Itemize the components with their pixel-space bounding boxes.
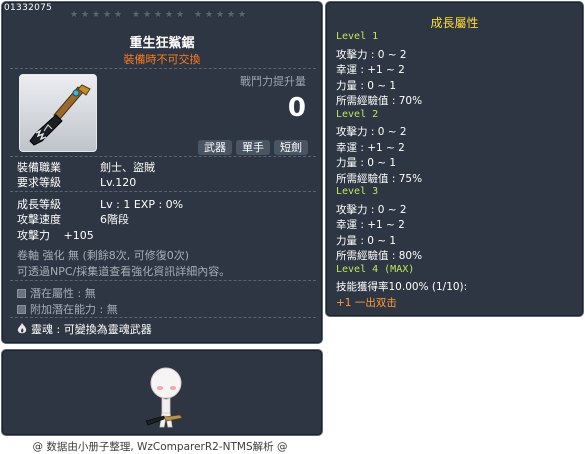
item-id: 01332075 [4,3,53,13]
item-name: 重生狂鯊鋸 [129,36,195,51]
star-icon: ★ [238,10,247,20]
item-tooltip-panel: 01332075 ★ ★ ★ ★ ★ ★ ★ ★ ★ ★ ★ ★ ★ ★ ★ 重… [1,1,323,344]
power-increase-value: 0 [287,93,306,123]
required-level-row: 要求等級 Lv.120 [17,174,136,190]
shark-saw-dagger-icon [29,84,91,146]
soul-text: 靈魂 : 可變換為靈魂武器 [31,323,152,336]
soul-flame-icon [17,323,27,334]
character-preview-panel [1,349,323,436]
growth-skill-line: +1 一出双击 [336,296,397,309]
gray-square-bullet-icon [17,305,26,314]
attack-row: 攻擊力 +105 [17,227,94,243]
attack-speed-row: 攻擊速度 6階段 [17,211,129,227]
tag-dagger: 短劍 [274,140,308,155]
star-icon: ★ [132,10,141,20]
star-icon: ★ [70,10,79,20]
equip-job-row: 裝備職業 劍士、盜賊 [17,159,155,175]
star-icon: ★ [92,10,101,20]
star-force-stars: ★ ★ ★ ★ ★ ★ ★ ★ ★ ★ ★ ★ ★ ★ ★ [70,10,247,20]
trade-restriction-note: 裝備時不可交換 [123,53,201,66]
bonus-potential-row: 附加潛在能力 : 無 [17,301,118,317]
growth-stat-line: 力量 : 0 ~ 1 [336,157,397,169]
star-icon: ★ [103,10,112,20]
growth-stat-line: 攻擊力 : 0 ~ 2 [336,203,407,216]
star-icon: ★ [154,10,163,20]
growth-level-heading: Level 2 [336,108,379,120]
potential-text: 潛在屬性 : 無 [30,287,96,300]
soul-row: 靈魂 : 可變換為靈魂武器 [17,321,152,337]
growth-level-value: Lv : 1 EXP : 0% [100,198,184,211]
gray-square-bullet-icon [17,289,26,298]
star-icon: ★ [227,10,236,20]
growth-attributes-panel: 成長屬性 Level 1 攻擊力 : 0 ~ 2 幸運 : +1 ~ 2 力量 : 0… [325,1,584,317]
star-icon: ★ [176,10,185,20]
divider [10,317,316,318]
star-icon: ★ [216,10,225,20]
growth-stat-line: 所需經驗值 : 80% [336,250,423,262]
character-avatar [145,367,183,428]
growth-stat-line: 力量 : 0 ~ 1 [336,79,397,92]
growth-level-label: 成長等級 [17,198,61,211]
growth-stat-line: 攻擊力 : 0 ~ 2 [336,48,407,61]
star-icon: ★ [143,10,152,20]
growth-stat-line: 所需經驗值 : 75% [336,172,423,185]
growth-level-heading: Level 4 (MAX) [336,263,415,275]
star-icon: ★ [205,10,214,20]
divider [10,191,316,192]
npc-enhance-info: 可透過NPC/採集道查看強化資訊詳細內容。 [17,265,231,278]
star-icon: ★ [81,10,90,20]
growth-level-row: 成長等級 Lv : 1 EXP : 0% [17,196,183,212]
footer-credit: @ 数据由小册子整理, WzComparerR2-NTMS解析 @ [32,441,288,453]
equip-job-value: 劍士、盜賊 [100,161,155,174]
star-icon: ★ [165,10,174,20]
growth-level-heading: Level 3 [336,186,379,197]
tag-one-handed: 單手 [236,140,270,155]
divider [10,68,316,69]
star-group: ★ ★ ★ ★ ★ [132,10,185,20]
tag-weapon: 武器 [198,140,232,155]
attack-label: 攻擊力 [17,229,50,242]
attack-speed-label: 攻擊速度 [17,213,61,226]
growth-stat-line: 技能獲得率10.00% (1/10): [336,281,468,293]
growth-stat-line: 幸運 : +1 ~ 2 [336,64,405,76]
divider [10,280,316,281]
growth-title: 成長屬性 [430,16,479,30]
attack-value: +105 [63,229,94,242]
star-icon: ★ [194,10,203,20]
item-type-tags: 武器 單手 短劍 [198,140,308,155]
divider [10,156,316,157]
equip-job-label: 裝備職業 [17,161,61,174]
growth-stat-line: 攻擊力 : 0 ~ 2 [336,126,407,138]
required-level-label: 要求等級 [17,176,61,189]
potential-row: 潛在屬性 : 無 [17,285,96,301]
growth-level-heading: Level 1 [336,31,379,42]
star-group: ★ ★ ★ ★ ★ [194,10,247,20]
growth-stat-line: 幸運 : +1 ~ 2 [336,141,405,154]
scroll-upgrade-info: 卷軸 強化 無 (剩餘8次, 可修復0次) [17,249,190,262]
growth-stat-line: 力量 : 0 ~ 1 [336,234,397,247]
growth-stat-line: 幸運 : +1 ~ 2 [336,219,405,231]
attack-speed-value: 6階段 [100,213,129,226]
growth-stat-line: 所需經驗值 : 70% [336,95,423,107]
bonus-potential-text: 附加潛在能力 : 無 [30,303,118,316]
star-icon: ★ [114,10,123,20]
star-group: ★ ★ ★ ★ ★ [70,10,123,20]
required-level-value: Lv.120 [100,176,137,189]
item-icon-frame [19,74,97,152]
power-increase-label: 戰鬥力提升量 [240,75,306,88]
